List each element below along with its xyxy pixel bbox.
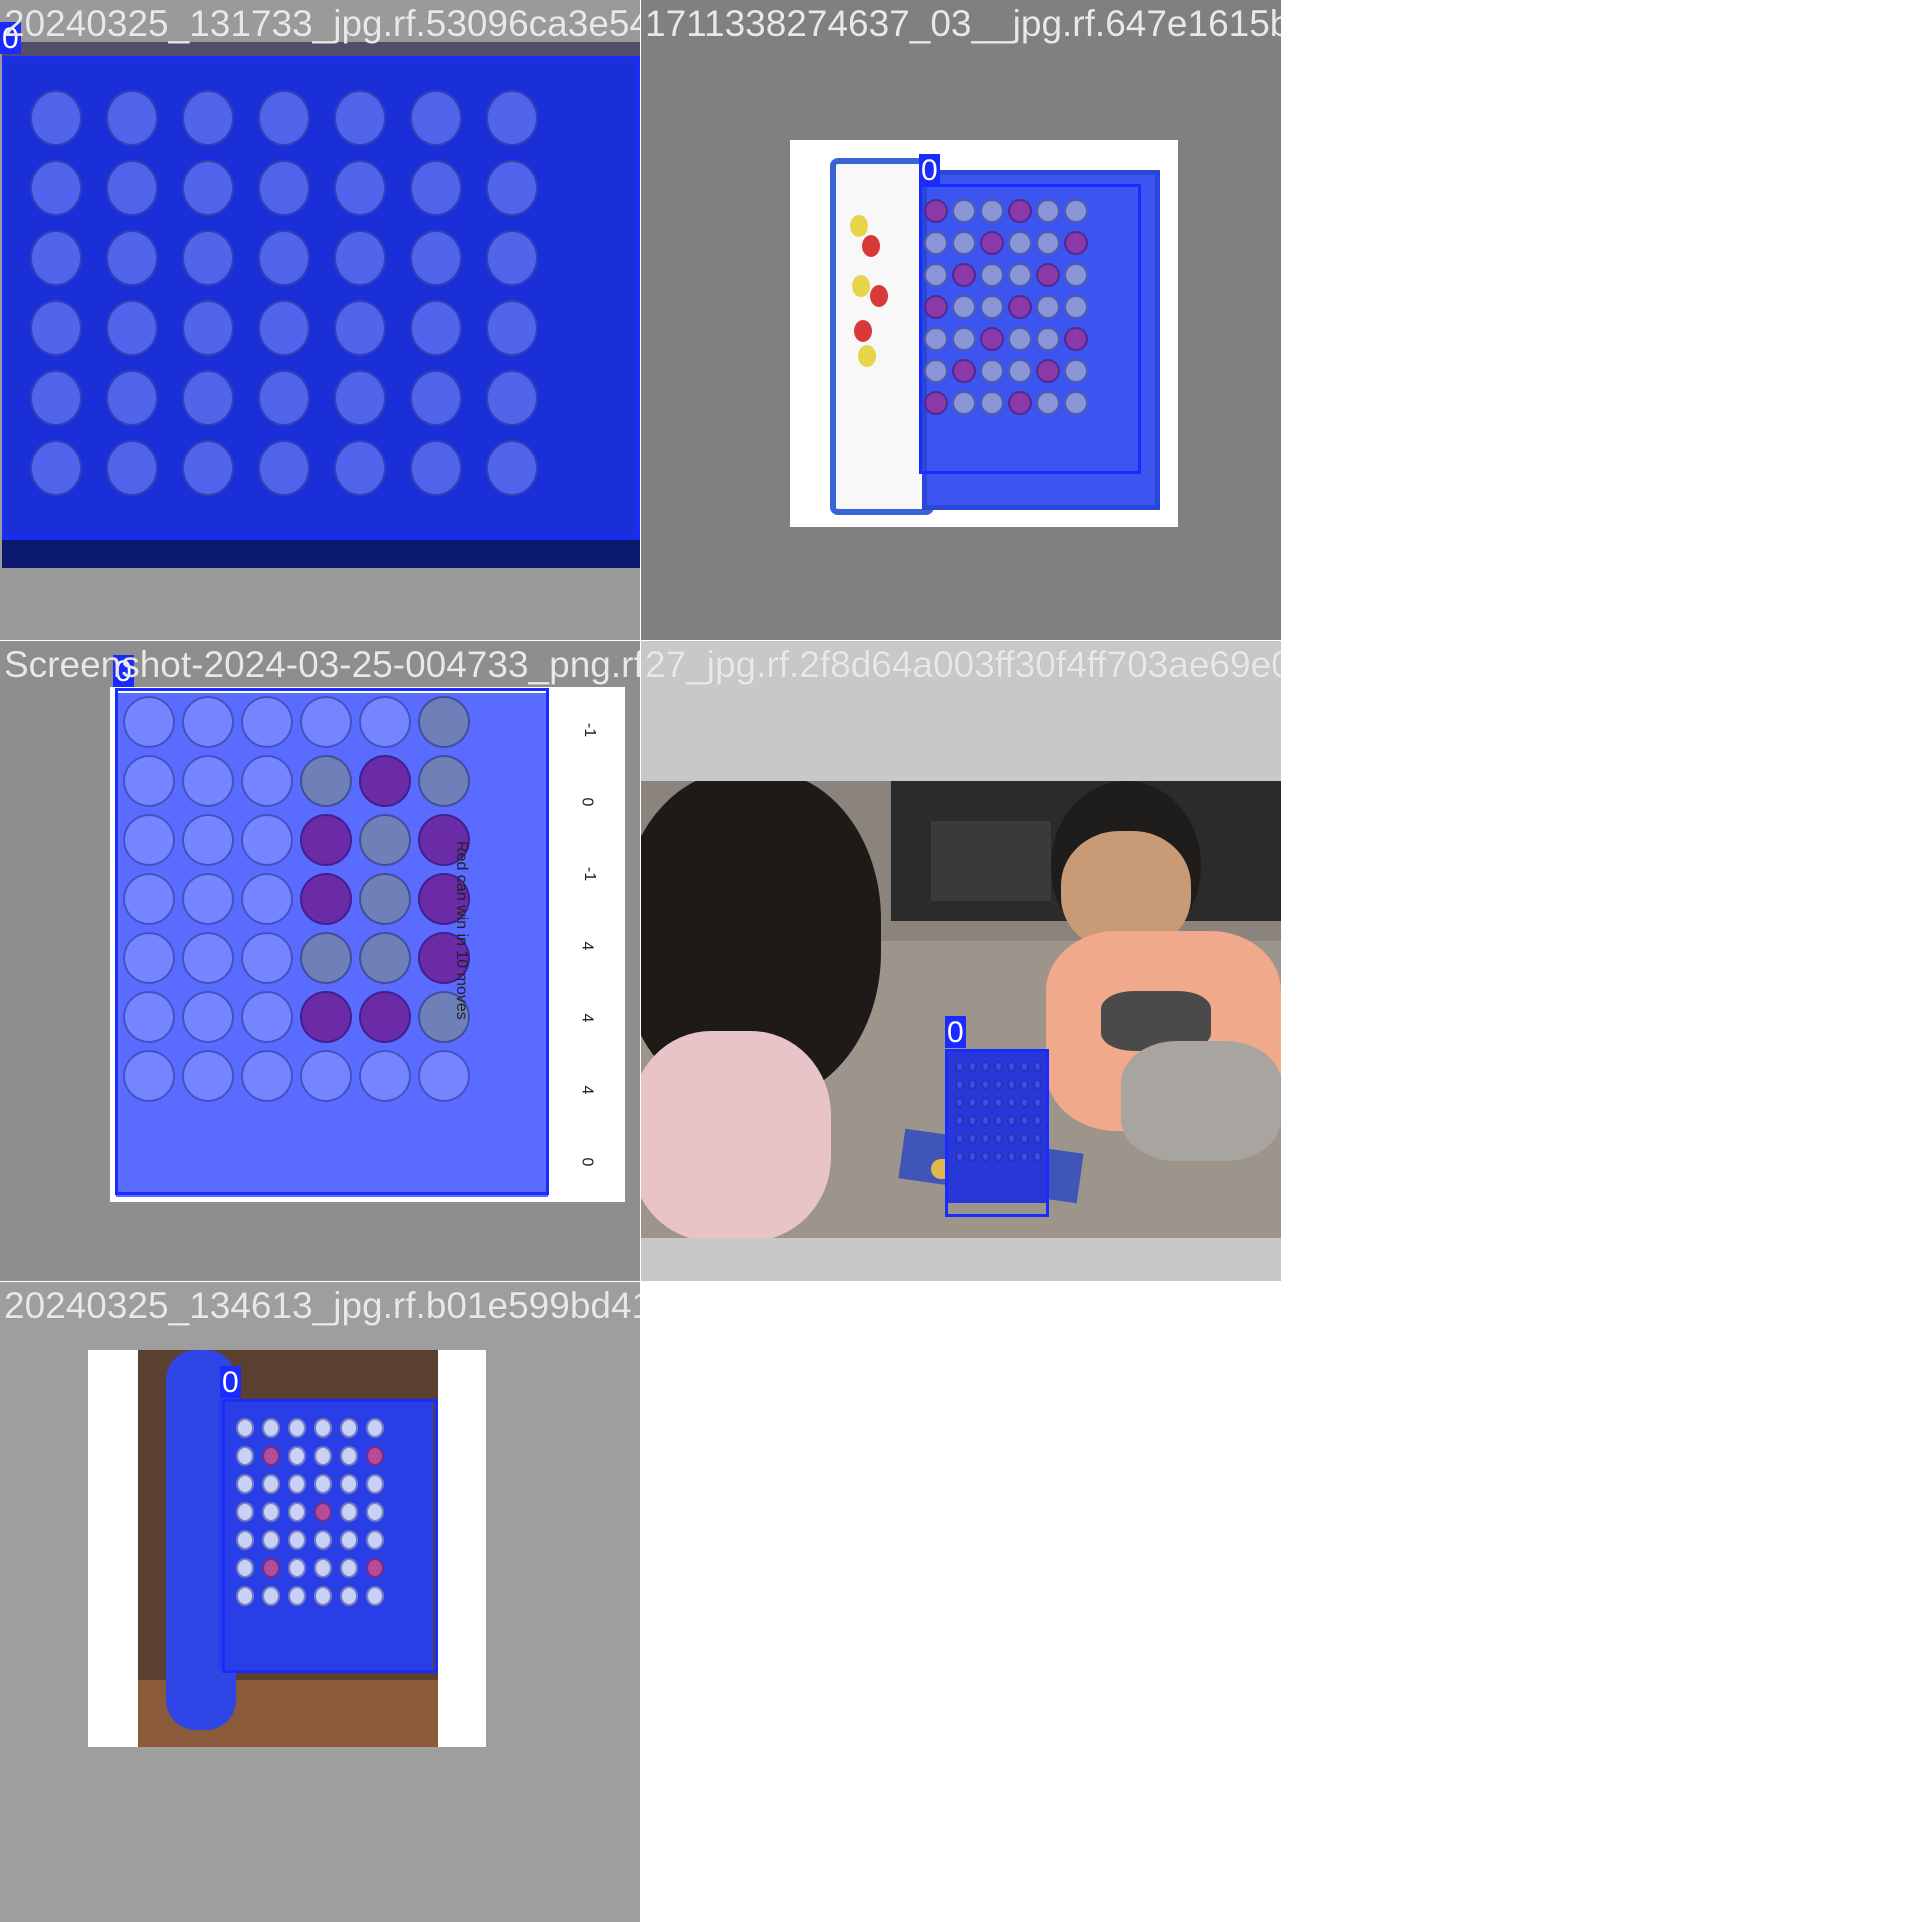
mosaic-tile-1: 0 20240325_131733_jpg.rf.53096ca3e547789… bbox=[0, 0, 640, 640]
class-label-2: 0 bbox=[919, 154, 940, 187]
detection-box-5 bbox=[222, 1399, 438, 1673]
mosaic-tile-2: 0 1711338274637_03__jpg.rf.647e1615bdffe… bbox=[641, 0, 1281, 640]
tile-filename-4: 27_jpg.rf.2f8d64a003ff30f4ff703ae69e0709 bbox=[645, 644, 1281, 685]
tile-filename-5: 20240325_134613_jpg.rf.b01e599bd419c2806 bbox=[4, 1285, 640, 1326]
score-value: 0 bbox=[578, 1157, 596, 1167]
detection-box-1 bbox=[2, 56, 640, 538]
detection-box-3 bbox=[115, 688, 549, 1195]
detection-box-4 bbox=[945, 1049, 1049, 1217]
tile-filename-1: 20240325_131733_jpg.rf.53096ca3e54778988… bbox=[4, 3, 640, 44]
detection-box-2 bbox=[919, 184, 1141, 474]
tile-filename-2: 1711338274637_03__jpg.rf.647e1615bdffe65… bbox=[645, 3, 1281, 44]
tile-filename-3: Screenshot-2024-03-25-004733_png.rf.7d6 bbox=[4, 644, 640, 685]
mosaic-tile-3: Red can win in 10 moves -1 0 -1 4 4 4 0 0 Scre… bbox=[0, 641, 640, 1281]
mosaic-tile-5: 0 20240325_134613_jpg.rf.b01e599bd419c28… bbox=[0, 1282, 640, 1922]
score-value: 4 bbox=[578, 941, 596, 951]
score-value: -1 bbox=[581, 866, 599, 882]
class-label-5: 0 bbox=[220, 1366, 241, 1399]
score-value: 4 bbox=[578, 1085, 596, 1095]
class-label-4: 0 bbox=[945, 1016, 966, 1049]
score-value: -1 bbox=[581, 722, 599, 738]
score-value: 4 bbox=[578, 1013, 596, 1023]
score-value: 0 bbox=[578, 797, 596, 807]
mosaic-tile-4: 0 27_jpg.rf.2f8d64a003ff30f4ff703ae69e07… bbox=[641, 641, 1281, 1281]
